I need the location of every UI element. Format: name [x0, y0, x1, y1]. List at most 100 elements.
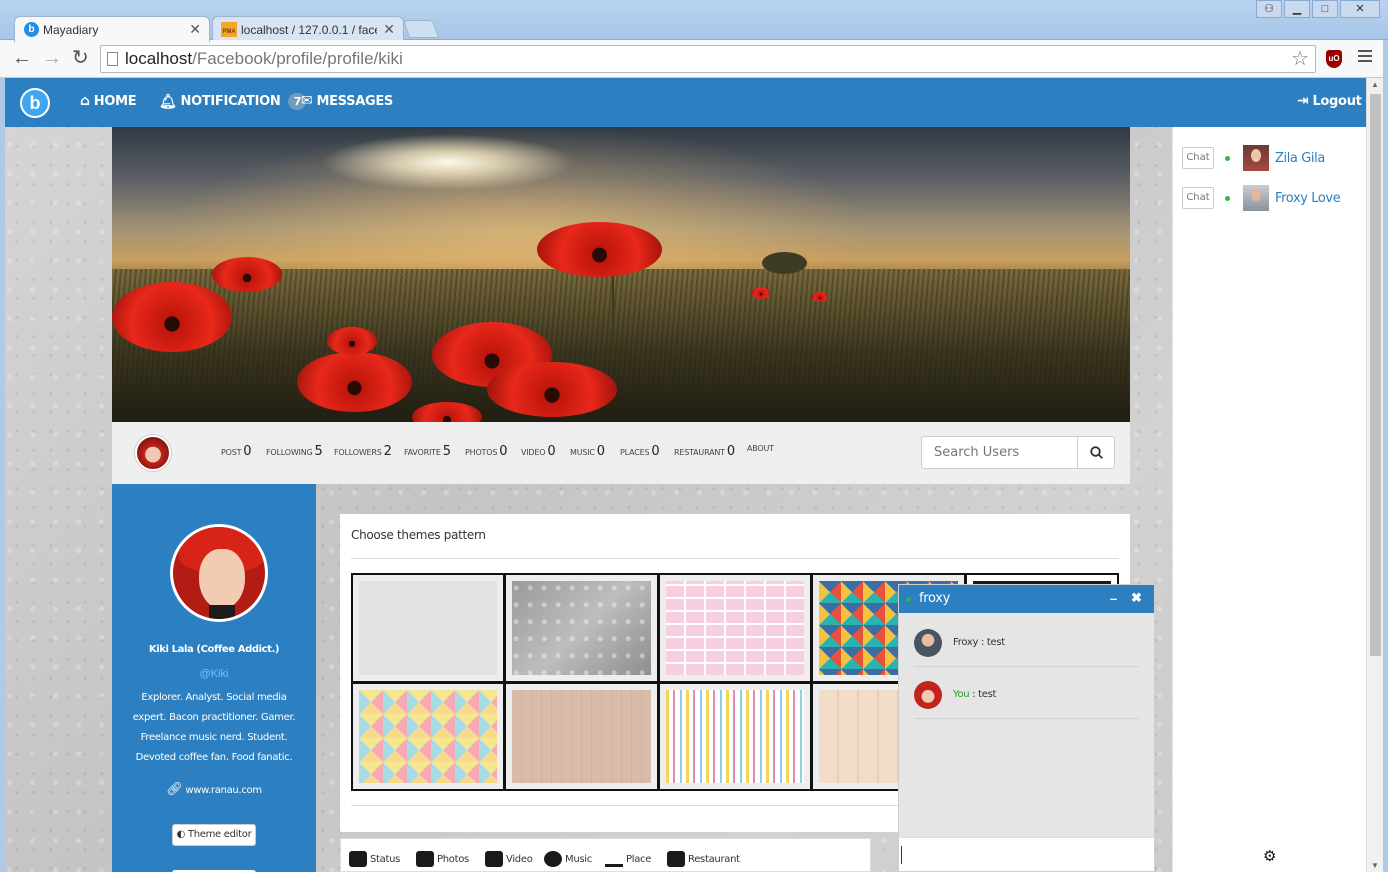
- reload-icon[interactable]: ↻: [72, 48, 89, 68]
- chat-message-body: test: [978, 689, 997, 700]
- stat-restaurant[interactable]: RESTAURANT 0: [674, 444, 735, 459]
- stat-value: 0: [499, 444, 508, 459]
- url-host: localhost: [125, 49, 193, 68]
- page-icon: [107, 52, 118, 66]
- browser-titlebar: b Mayadiary ✕ PMA localhost / 127.0.0.1 …: [0, 0, 1388, 42]
- stat-value: 5: [314, 444, 323, 459]
- theme-swatch-pastel-diamonds[interactable]: [353, 683, 504, 789]
- online-user-row: Chat Zila Gila: [1182, 145, 1325, 171]
- chat-message-text: Froxy : test: [953, 637, 1005, 648]
- chat-message-separator: :: [969, 689, 979, 700]
- profile-stats-bar: POST 0 FOLLOWING 5 FOLLOWERS 2 FAVORITE 5 PH…: [112, 422, 1130, 484]
- cover-field: [112, 268, 1130, 422]
- chat-message-sender: Froxy: [953, 637, 979, 648]
- music-disc-icon: [544, 851, 562, 867]
- online-user-name[interactable]: Froxy Love: [1275, 191, 1341, 206]
- search-button[interactable]: [1077, 437, 1114, 468]
- poppy-flower: [752, 287, 770, 299]
- composer-tab-status[interactable]: Status: [349, 851, 400, 867]
- cover-photo: [112, 127, 1130, 422]
- window-close-icon[interactable]: ✕: [1340, 0, 1380, 18]
- search-icon: [1089, 446, 1103, 460]
- divider: [351, 558, 1119, 559]
- profile-handle[interactable]: @Kiki: [112, 668, 316, 680]
- avatar[interactable]: [1243, 145, 1269, 171]
- stat-following[interactable]: FOLLOWING 5: [266, 444, 323, 459]
- tab-close-icon[interactable]: ✕: [189, 21, 201, 38]
- composer-tab-photos[interactable]: Photos: [416, 851, 469, 867]
- page-scrollbar[interactable]: ▲ ▼: [1366, 78, 1383, 872]
- stat-video[interactable]: VIDEO 0: [521, 444, 556, 459]
- composer-tab-video[interactable]: Video: [485, 851, 533, 867]
- nav-home[interactable]: ⌂ HOME: [80, 93, 137, 109]
- nav-logout[interactable]: ⇥ Logout: [1297, 93, 1362, 109]
- ublock-icon[interactable]: uO: [1326, 50, 1342, 68]
- theme-swatch-concrete[interactable]: [506, 575, 657, 681]
- scroll-down-icon[interactable]: ▼: [1371, 861, 1379, 870]
- online-user-name[interactable]: Zila Gila: [1275, 151, 1325, 166]
- chat-partner-name: froxy: [919, 591, 951, 606]
- chat-button[interactable]: Chat: [1182, 187, 1214, 209]
- profile-website[interactable]: 🔗︎ www.ranau.com: [112, 782, 316, 797]
- composer-tab-music[interactable]: Music: [544, 851, 592, 867]
- chat-window-header[interactable]: froxy – ✖: [899, 585, 1154, 613]
- minimize-icon[interactable]: ▁: [1284, 0, 1310, 18]
- new-tab-button[interactable]: [402, 20, 440, 38]
- avatar[interactable]: [1243, 185, 1269, 211]
- stat-post[interactable]: POST 0: [221, 444, 252, 459]
- stat-music[interactable]: MUSIC 0: [570, 444, 605, 459]
- stat-places[interactable]: PLACES 0: [620, 444, 660, 459]
- theme-swatch-colorful-stripes[interactable]: [659, 683, 811, 789]
- avatar[interactable]: [170, 524, 268, 622]
- poppy-flower: [487, 362, 617, 417]
- back-arrow-icon[interactable]: ←: [12, 48, 32, 68]
- scroll-up-icon[interactable]: ▲: [1371, 80, 1379, 89]
- tab-close-icon[interactable]: ✕: [383, 21, 395, 38]
- bookmark-star-icon[interactable]: ☆: [1291, 46, 1309, 72]
- composer-tab-label: Music: [565, 853, 592, 865]
- chat-message-input[interactable]: [899, 837, 1154, 871]
- search-users-input[interactable]: [922, 437, 1077, 468]
- logout-icon: ⇥: [1297, 93, 1309, 109]
- chat-message-separator: :: [978, 637, 987, 648]
- theme-swatch-light-gray[interactable]: [353, 575, 504, 681]
- avatar-face: [199, 549, 245, 609]
- nav-notification[interactable]: 🔔︎ NOTIFICATION 7: [159, 93, 307, 110]
- theme-editor-button[interactable]: ◐ Theme editor: [172, 824, 256, 846]
- theme-swatch-wood-planks[interactable]: [506, 683, 657, 789]
- close-icon[interactable]: ✖: [1131, 590, 1142, 606]
- theme-swatch-pink-bricks[interactable]: [659, 575, 811, 681]
- minimize-icon[interactable]: –: [1110, 591, 1117, 606]
- url-path: /Facebook/profile/profile/kiki: [192, 49, 403, 68]
- maximize-icon[interactable]: □: [1312, 0, 1338, 18]
- gear-icon[interactable]: ⚙: [1263, 847, 1276, 865]
- chat-button[interactable]: Chat: [1182, 147, 1214, 169]
- online-user-row: Chat Froxy Love: [1182, 185, 1341, 211]
- browser-menu-icon[interactable]: [1358, 50, 1372, 64]
- user-profile-icon[interactable]: ⚇: [1256, 0, 1282, 18]
- composer-tab-label: Restaurant: [688, 853, 740, 865]
- stat-label: RESTAURANT: [674, 448, 725, 457]
- avatar[interactable]: [135, 435, 171, 471]
- composer-tab-place[interactable]: Place: [605, 851, 651, 867]
- stat-followers[interactable]: FOLLOWERS 2: [334, 444, 392, 459]
- nav-messages[interactable]: ✉ MESSAGES: [301, 93, 393, 109]
- stat-value: 5: [442, 444, 451, 459]
- photos-icon: [416, 851, 434, 867]
- browser-tab-phpmyadmin[interactable]: PMA localhost / 127.0.0.1 / faceb ✕: [212, 16, 404, 42]
- browser-tab-mayadiary[interactable]: b Mayadiary ✕: [14, 16, 210, 42]
- stat-favorite[interactable]: FAVORITE 5: [404, 444, 451, 459]
- nav-home-label: HOME: [93, 93, 137, 109]
- scrollbar-thumb[interactable]: [1370, 94, 1381, 656]
- composer-tab-restaurant[interactable]: Restaurant: [667, 851, 740, 867]
- forward-arrow-icon[interactable]: →: [42, 48, 62, 68]
- stat-photos[interactable]: PHOTOS 0: [465, 444, 507, 459]
- pencil-icon: [349, 851, 367, 867]
- chat-message-body: test: [986, 637, 1005, 648]
- address-bar[interactable]: localhost/Facebook/profile/profile/kiki …: [100, 45, 1316, 73]
- chat-message-sender: You: [953, 689, 970, 700]
- online-status-dot: [1225, 195, 1230, 201]
- b-logo-icon[interactable]: b: [20, 88, 50, 118]
- stat-about[interactable]: ABOUT: [747, 444, 774, 453]
- stat-label: PHOTOS: [465, 448, 498, 457]
